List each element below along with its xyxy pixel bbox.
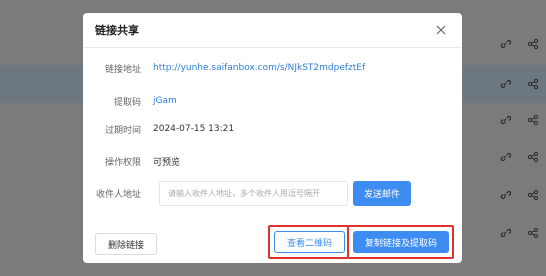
view-qr-code-button[interactable]: 查看二维码 (274, 231, 345, 253)
permission-label: 操作权限 (104, 157, 141, 168)
share-icon[interactable] (526, 226, 540, 240)
link-icon[interactable] (498, 226, 512, 240)
link-icon[interactable] (498, 188, 512, 202)
permission-row: 操作权限 可预览 (83, 152, 462, 170)
permission-value: 可预览 (153, 157, 181, 168)
expire-value: 2024-07-15 13:21 (153, 124, 235, 134)
copy-link-and-code-button[interactable]: 复制链接及提取码 (353, 231, 449, 253)
link-icon[interactable] (498, 77, 512, 91)
link-row: 链接地址 http://yunhe.saifanbox.com/s/NJkST2… (83, 59, 462, 77)
share-icon[interactable] (526, 188, 540, 202)
dialog-header: 链接共享 (83, 13, 462, 47)
share-icon[interactable] (526, 113, 540, 127)
expire-row: 过期时间 2024-07-15 13:21 (83, 120, 462, 138)
email-label: 收件人地址 (95, 190, 141, 200)
dialog-title: 链接共享 (95, 24, 139, 37)
header-divider (83, 47, 462, 48)
share-icon[interactable] (526, 37, 540, 51)
code-row: 提取码 jGam (83, 92, 462, 110)
share-link-dialog: 链接共享 链接地址 http://yunhe.saifanbox.com/s/N… (83, 13, 462, 263)
close-icon[interactable] (434, 23, 448, 37)
expire-label: 过期时间 (104, 125, 141, 136)
link-icon[interactable] (498, 113, 512, 127)
share-link[interactable]: http://yunhe.saifanbox.com/s/NJkST2mdpef… (147, 63, 365, 73)
dialog-footer: 删除链接 查看二维码 复制链接及提取码 (83, 225, 462, 263)
extract-code: jGam (153, 96, 177, 106)
link-icon[interactable] (498, 37, 512, 51)
share-icon[interactable] (526, 150, 540, 164)
send-email-button[interactable]: 发送邮件 (353, 181, 411, 206)
share-icon[interactable] (526, 77, 540, 91)
delete-link-button[interactable]: 删除链接 (95, 233, 157, 255)
email-field[interactable]: 请输入收件人地址，多个收件人用逗号隔开 (159, 181, 348, 206)
code-label: 提取码 (113, 97, 141, 108)
link-icon[interactable] (498, 150, 512, 164)
link-label: 链接地址 (104, 64, 141, 75)
